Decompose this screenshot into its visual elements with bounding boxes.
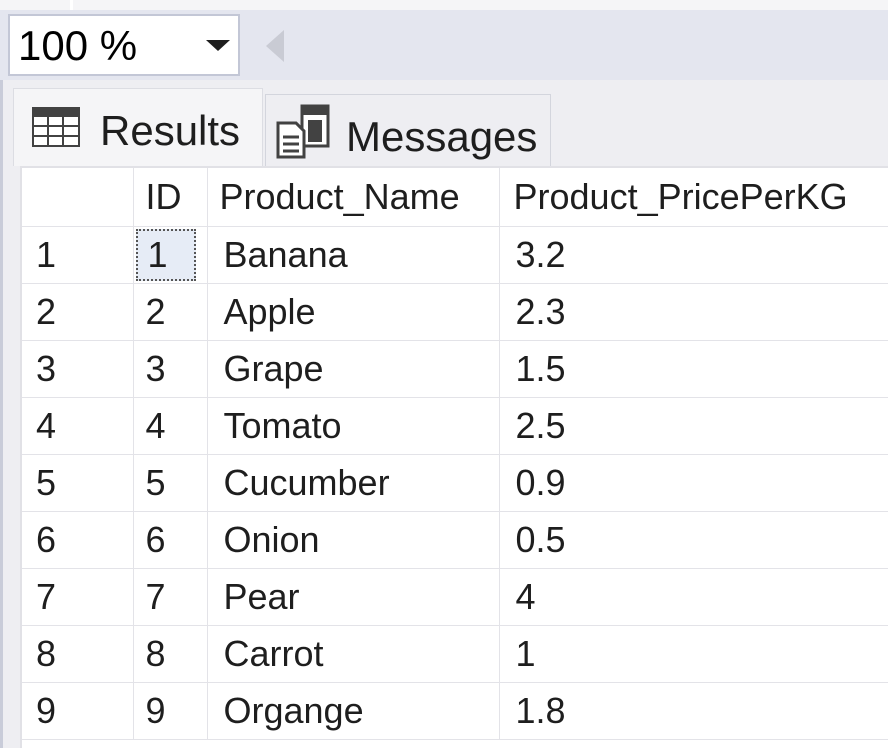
messages-icon	[276, 104, 330, 159]
row-number[interactable]: 2	[22, 283, 134, 341]
cell-product-name[interactable]: Banana	[207, 226, 500, 284]
row-number[interactable]: 5	[22, 454, 134, 512]
cell-product-name[interactable]: Apple	[207, 283, 500, 341]
cell-product-price[interactable]: 2.5	[499, 397, 888, 455]
cell-product-name[interactable]: Grape	[207, 340, 500, 398]
results-table: ID Product_Name Product_PricePerKG 1 1 B…	[22, 168, 888, 740]
tab-results-label: Results	[100, 107, 241, 154]
cell-product-name[interactable]: Tomato	[207, 397, 500, 455]
cell-id[interactable]: 6	[133, 511, 208, 569]
cell-product-name[interactable]: Organge	[207, 682, 500, 740]
column-header-product-price[interactable]: Product_PricePerKG	[499, 168, 888, 227]
result-tabs: Results Messages	[3, 80, 888, 166]
cell-product-name[interactable]: Cucumber	[207, 454, 500, 512]
results-pane: 100 % Results Messages ID Product_Name P…	[0, 0, 888, 748]
tab-results[interactable]: Results	[13, 88, 263, 166]
cell-product-price[interactable]: 1.8	[499, 682, 888, 740]
cell-product-name[interactable]: Carrot	[207, 625, 500, 683]
cell-product-name[interactable]: Pear	[207, 568, 500, 626]
header-row: ID Product_Name Product_PricePerKG	[22, 168, 888, 227]
column-header-id[interactable]: ID	[133, 168, 208, 227]
cell-id[interactable]: 2	[133, 283, 208, 341]
cell-id[interactable]: 5	[133, 454, 208, 512]
cell-product-price[interactable]: 1	[499, 625, 888, 683]
column-header-product-name[interactable]: Product_Name	[207, 168, 500, 227]
top-strip	[0, 0, 888, 10]
horizontal-scrollbar-track[interactable]	[300, 10, 888, 80]
cell-product-price[interactable]: 2.3	[499, 283, 888, 341]
table-row[interactable]: 6 6 Onion 0.5	[22, 511, 888, 569]
table-row[interactable]: 4 4 Tomato 2.5	[22, 397, 888, 455]
row-number[interactable]: 3	[22, 340, 134, 398]
zoom-value: 100 %	[18, 22, 138, 69]
row-number[interactable]: 8	[22, 625, 134, 683]
cell-product-price[interactable]: 0.5	[499, 511, 888, 569]
tab-messages[interactable]: Messages	[265, 94, 551, 166]
zoom-dropdown[interactable]: 100 %	[8, 14, 240, 76]
row-number-header[interactable]	[22, 168, 134, 227]
left-edge-divider	[0, 80, 3, 748]
table-row[interactable]: 8 8 Carrot 1	[22, 625, 888, 683]
scroll-left-arrow-icon[interactable]	[266, 30, 284, 62]
selected-cell-value: 1	[135, 229, 196, 281]
cell-product-price[interactable]: 0.9	[499, 454, 888, 512]
cell-product-price[interactable]: 3.2	[499, 226, 888, 284]
table-row[interactable]: 7 7 Pear 4	[22, 568, 888, 626]
row-number[interactable]: 6	[22, 511, 134, 569]
row-number[interactable]: 4	[22, 397, 134, 455]
grid-icon	[32, 107, 80, 147]
table-row[interactable]: 3 3 Grape 1.5	[22, 340, 888, 398]
chevron-down-icon[interactable]	[206, 40, 230, 51]
cell-id[interactable]: 8	[133, 625, 208, 683]
results-grid[interactable]: ID Product_Name Product_PricePerKG 1 1 B…	[20, 166, 888, 748]
cell-id[interactable]: 7	[133, 568, 208, 626]
cell-id[interactable]: 3	[133, 340, 208, 398]
row-number[interactable]: 7	[22, 568, 134, 626]
table-row[interactable]: 1 1 Banana 3.2	[22, 226, 888, 284]
cell-id[interactable]: 9	[133, 682, 208, 740]
table-row[interactable]: 9 9 Organge 1.8	[22, 682, 888, 740]
table-row[interactable]: 2 2 Apple 2.3	[22, 283, 888, 341]
cell-id-selected[interactable]: 1	[133, 226, 208, 284]
splitter-tick	[70, 0, 73, 10]
row-number[interactable]: 1	[22, 226, 134, 284]
row-number[interactable]: 9	[22, 682, 134, 740]
cell-product-price[interactable]: 4	[499, 568, 888, 626]
cell-product-price[interactable]: 1.5	[499, 340, 888, 398]
cell-id[interactable]: 4	[133, 397, 208, 455]
cell-product-name[interactable]: Onion	[207, 511, 500, 569]
zoom-toolbar: 100 %	[0, 10, 888, 80]
tab-messages-label: Messages	[346, 113, 538, 160]
table-row[interactable]: 5 5 Cucumber 0.9	[22, 454, 888, 512]
